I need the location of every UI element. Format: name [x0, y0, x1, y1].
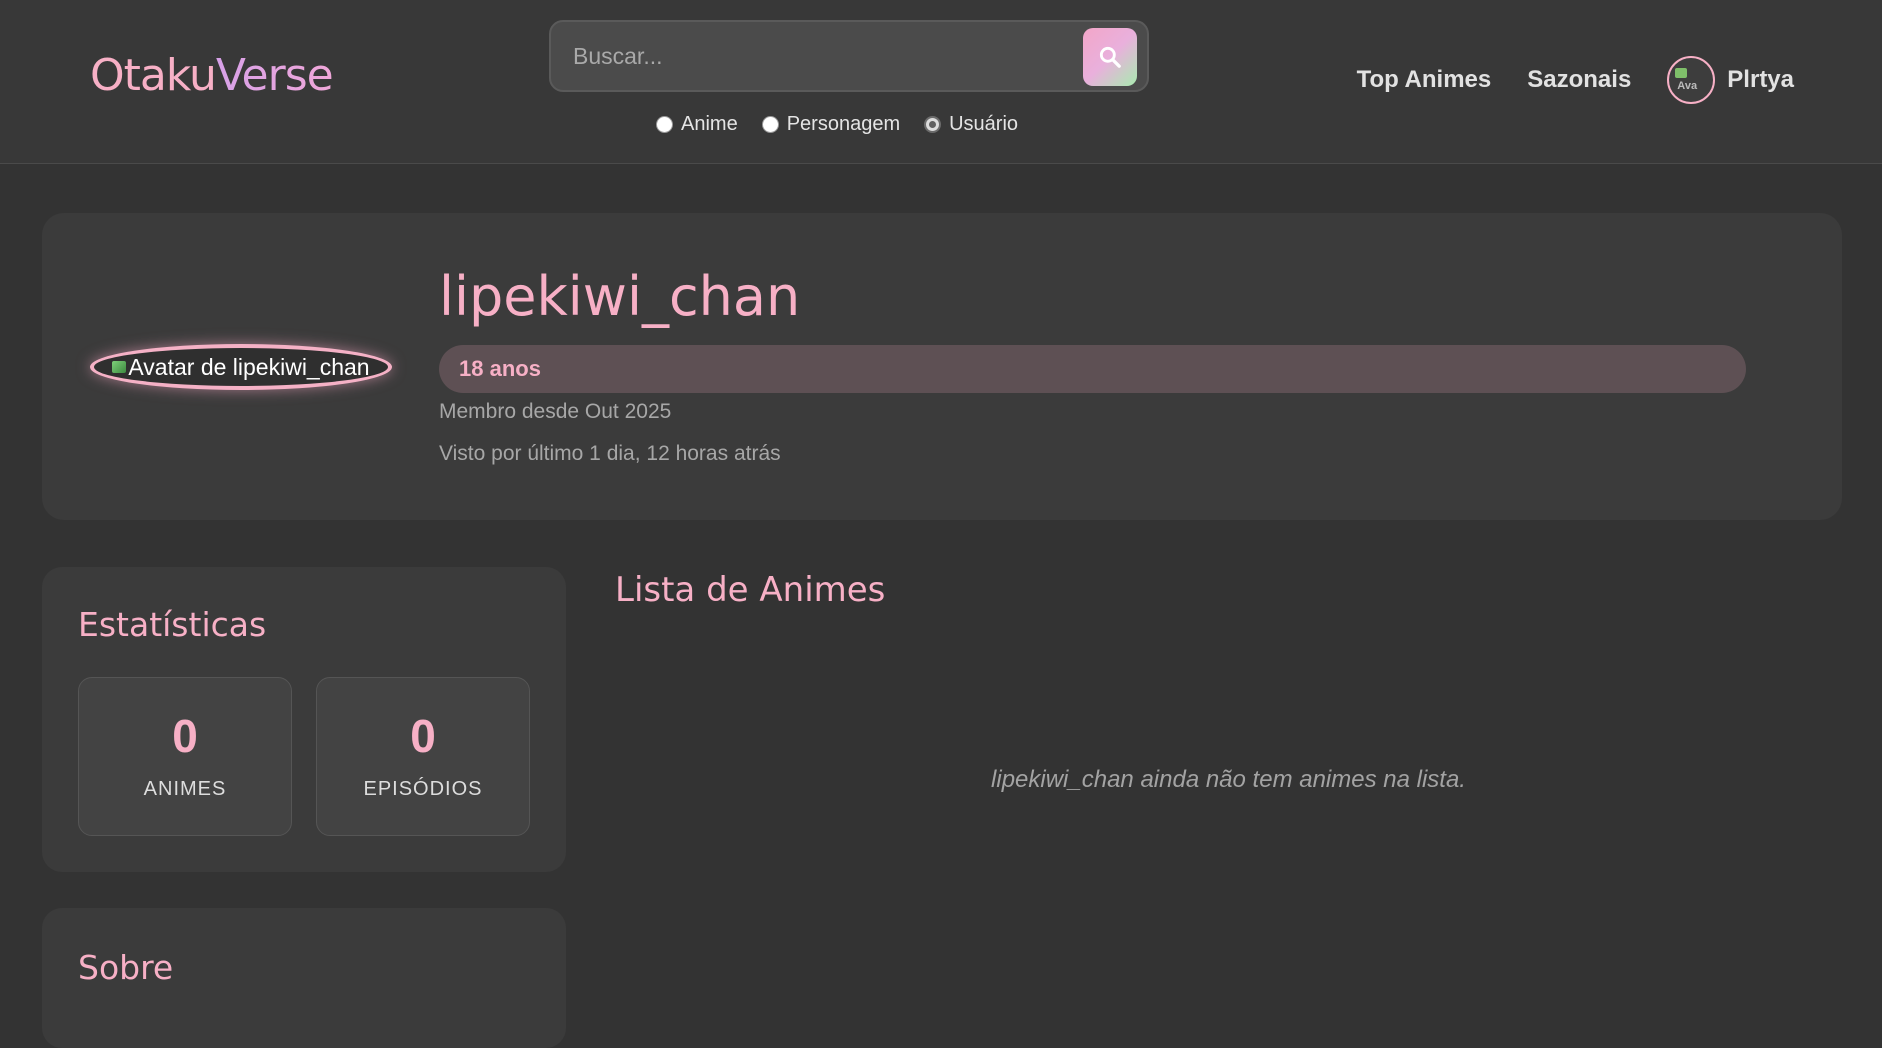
search-type-personagem-label: Personagem [786, 112, 901, 135]
nav-user-menu[interactable]: Ava Plrtya [1667, 56, 1794, 104]
radio-personagem[interactable] [761, 115, 779, 133]
user-avatar[interactable]: Ava [1667, 56, 1716, 104]
broken-image-icon [1675, 68, 1688, 78]
anime-list-empty-message: lipekiwi_chan ainda não tem animes na li… [991, 766, 1466, 793]
stat-animes: 0 ANIMES [78, 677, 292, 836]
broken-image-icon [112, 361, 127, 373]
site-logo[interactable]: OtakuVerse [90, 50, 334, 101]
logo-part-verse: Verse [215, 50, 334, 101]
user-avatar-alt: Ava [1677, 80, 1698, 92]
search-type-anime[interactable]: Anime [656, 113, 738, 136]
search-box [549, 20, 1149, 92]
nav-top-animes[interactable]: Top Animes [1357, 66, 1492, 94]
profile-age-badge: 18 anos [439, 345, 1746, 393]
search-type-usuario[interactable]: Usuário [924, 113, 1018, 136]
search-type-selector: Anime Personagem Usuário [656, 111, 1018, 137]
search-icon [1099, 46, 1121, 68]
radio-anime[interactable] [656, 115, 673, 133]
radio-usuario[interactable] [924, 115, 942, 133]
search-input[interactable] [573, 34, 1053, 78]
nav-sazonais[interactable]: Sazonais [1527, 66, 1631, 94]
main-nav: Top Animes Sazonais Ava Plrtya [1321, 56, 1794, 104]
search-button[interactable] [1083, 28, 1137, 86]
search-type-usuario-label: Usuário [949, 112, 1019, 135]
stats-card: Estatísticas 0 ANIMES 0 EPISÓDIOS [42, 567, 566, 872]
top-header: OtakuVerse Anime Personagem Usuário Top … [0, 0, 1882, 164]
profile-avatar-alt: Avatar de lipekiwi_chan [128, 353, 370, 380]
stat-animes-label: ANIMES [143, 778, 227, 800]
logo-part-otaku: Otaku [90, 50, 217, 101]
about-card: Sobre [42, 908, 566, 1048]
profile-last-seen: Visto por último 1 dia, 12 horas atrás [439, 442, 781, 465]
profile-avatar: Avatar de lipekiwi_chan [90, 344, 392, 390]
profile-member-since: Membro desde Out 2025 [439, 400, 672, 423]
search-type-anime-label: Anime [681, 112, 738, 135]
stats-title: Estatísticas [78, 605, 267, 644]
stat-episodios-value: 0 [410, 710, 436, 762]
anime-list-title: Lista de Animes [615, 570, 886, 610]
stat-episodios: 0 EPISÓDIOS [316, 677, 530, 836]
profile-username: lipekiwi_chan [439, 265, 801, 328]
about-title: Sobre [78, 948, 174, 987]
search-type-personagem[interactable]: Personagem [761, 112, 901, 136]
nav-user-name: Plrtya [1727, 66, 1794, 93]
profile-card: Avatar de lipekiwi_chan lipekiwi_chan 18… [42, 213, 1842, 520]
stat-episodios-label: EPISÓDIOS [363, 778, 483, 800]
stat-animes-value: 0 [172, 710, 198, 762]
